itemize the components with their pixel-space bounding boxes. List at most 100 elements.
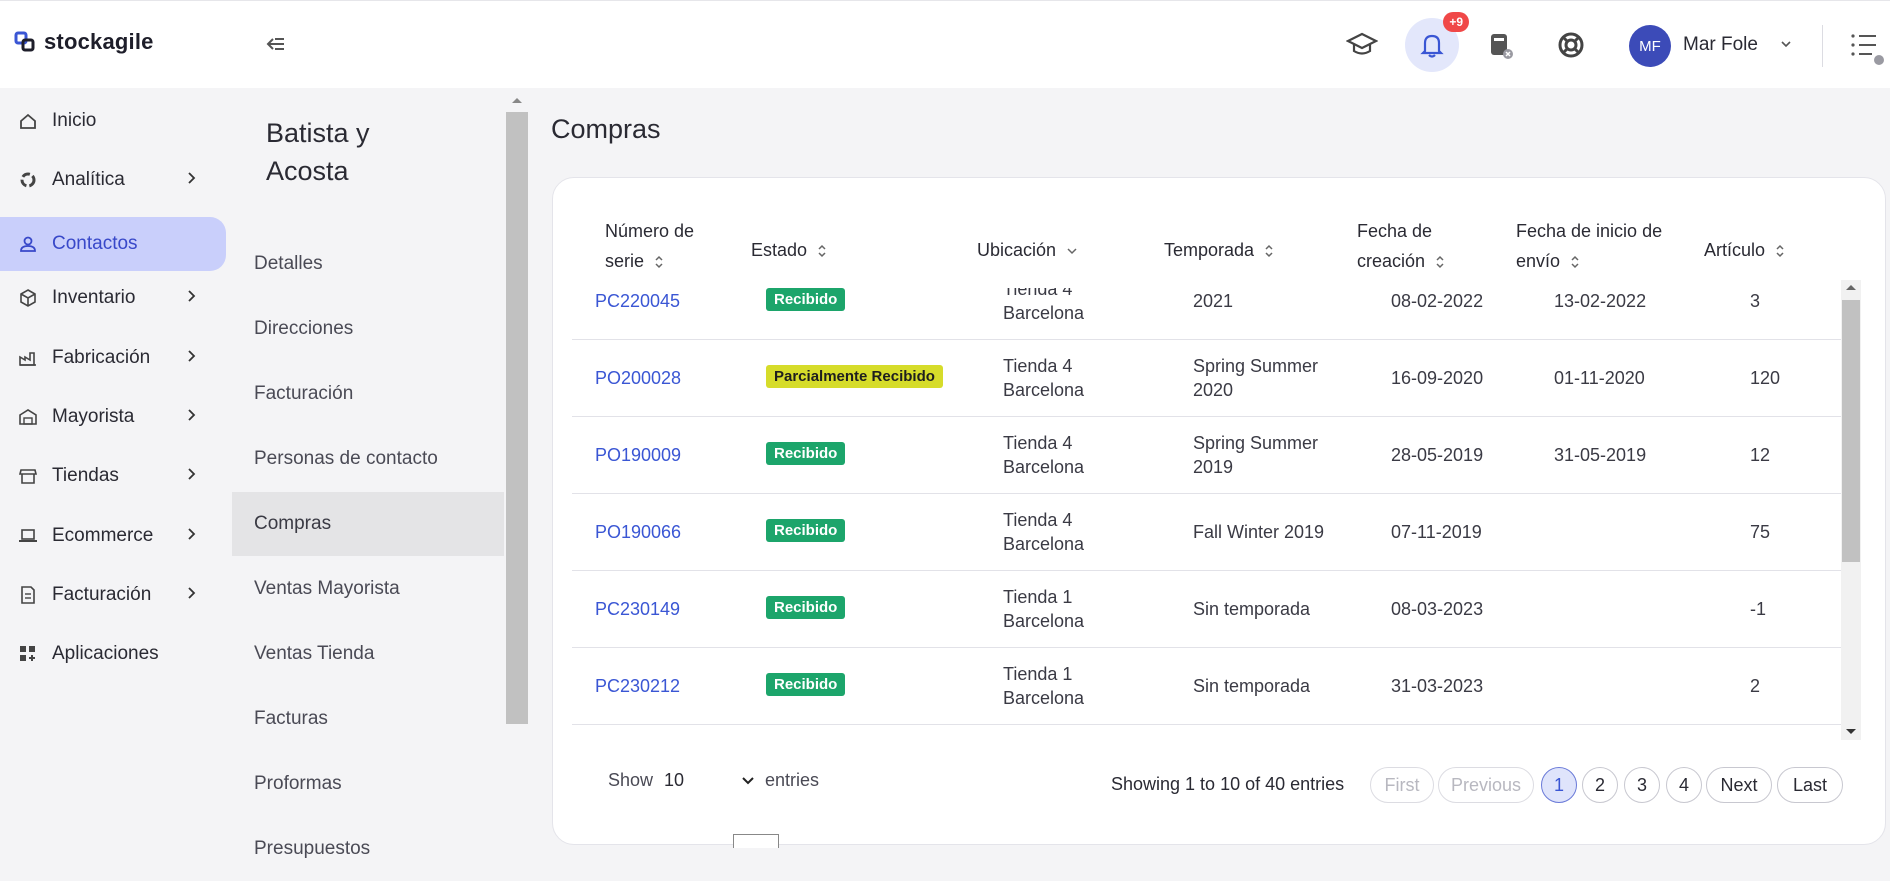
th-articulo[interactable]: Artículo xyxy=(1704,235,1785,265)
table-row[interactable]: PC230212 Recibido Tienda 1 Barcelona Sin tem… xyxy=(572,648,1842,725)
th-envio[interactable]: Fecha de inicio de envío xyxy=(1516,216,1662,276)
table-row[interactable]: PC230149 Recibido Tienda 1 Barcelona Sin tem… xyxy=(572,571,1842,648)
sidebar-item-aplicaciones[interactable]: Aplicaciones xyxy=(0,627,226,681)
contact-menu-ventas-mayorista[interactable]: Ventas Mayorista xyxy=(232,557,504,621)
page-last-button[interactable]: Last xyxy=(1777,767,1843,803)
logo[interactable]: stockagile xyxy=(14,29,154,55)
academy-icon[interactable] xyxy=(1341,24,1383,66)
page-previous-button[interactable]: Previous xyxy=(1438,767,1534,803)
page-3-button[interactable]: 3 xyxy=(1624,767,1660,803)
page-first-button[interactable]: First xyxy=(1370,767,1434,803)
table-row[interactable]: PC220045 Recibido Tienda 4 Barcelona 2021 08-… xyxy=(572,288,1842,340)
sidebar-item-label: Tiendas xyxy=(52,465,119,486)
serie-link[interactable]: PC220045 xyxy=(595,289,680,313)
contact-menu-presupuestos[interactable]: Presupuestos xyxy=(232,817,504,881)
factory-icon xyxy=(19,352,36,366)
contact-menu-proformas[interactable]: Proformas xyxy=(232,752,504,816)
page-1-button[interactable]: 1 xyxy=(1541,767,1577,803)
sidebar-item-inventario[interactable]: Inventario xyxy=(0,271,226,325)
serie-link[interactable]: PC230149 xyxy=(595,597,680,621)
chevron-down-icon[interactable] xyxy=(741,775,755,787)
contact-menu-ventas-tienda[interactable]: Ventas Tienda xyxy=(232,622,504,686)
panel-scrollbar-thumb[interactable] xyxy=(506,112,528,724)
article-count-cell: 120 xyxy=(1750,368,1781,388)
page-size-select[interactable]: 10 xyxy=(664,770,684,791)
support-icon[interactable] xyxy=(1550,24,1592,66)
notifications-badge: +9 xyxy=(1443,12,1469,32)
page-next-button[interactable]: Next xyxy=(1706,767,1772,803)
created-date-cell: 08-03-2023 xyxy=(1391,599,1484,619)
chevron-right-icon xyxy=(188,528,196,540)
sidebar-item-tiendas[interactable]: Tiendas xyxy=(0,449,226,503)
contact-menu-personas-de-contacto[interactable]: Personas de contacto xyxy=(232,427,504,491)
divider xyxy=(1822,25,1823,67)
status-badge: Recibido xyxy=(766,673,846,696)
sidebar-item-contactos[interactable]: Contactos xyxy=(0,217,226,271)
user-icon xyxy=(20,236,36,252)
cash-register-icon[interactable] xyxy=(1479,24,1521,66)
table-scrollbar-thumb[interactable] xyxy=(1842,300,1860,562)
ship-date-cell: 31-05-2019 xyxy=(1554,445,1647,465)
status-badge: Parcialmente Recibido xyxy=(766,365,943,388)
box-icon xyxy=(20,289,36,307)
location-cell: Tienda 1 Barcelona xyxy=(1003,664,1085,708)
article-count-cell: 2 xyxy=(1750,676,1761,696)
th-temporada[interactable]: Temporada xyxy=(1164,235,1274,265)
serie-link[interactable]: PO190009 xyxy=(595,443,681,467)
sidebar-item-facturacion[interactable]: Facturación xyxy=(0,568,226,622)
created-date-cell: 07-11-2019 xyxy=(1391,522,1482,542)
user-name[interactable]: Mar Fole xyxy=(1683,34,1758,56)
contact-menu-facturacion[interactable]: Facturación xyxy=(232,362,504,426)
th-ubicacion[interactable]: Ubicación xyxy=(977,235,1078,265)
sort-icon xyxy=(1571,256,1579,269)
th-estado[interactable]: Estado xyxy=(751,235,827,265)
contact-panel: Batista y Acosta Detalles Direcciones Fact… xyxy=(232,88,506,859)
created-date-cell: 31-03-2023 xyxy=(1391,676,1484,696)
warehouse-icon xyxy=(19,409,37,425)
serie-link[interactable]: PC230212 xyxy=(595,674,680,698)
table-row[interactable]: PO200028 Parcialmente Recibido Tienda 4 Bar… xyxy=(572,340,1842,417)
table-row[interactable]: PO190009 Recibido Tienda 4 Barcelona Spring … xyxy=(572,417,1842,494)
serie-link[interactable]: PO190066 xyxy=(595,520,681,544)
status-badge: Recibido xyxy=(766,442,846,465)
th-serie[interactable]: Número de serie xyxy=(605,216,694,276)
contact-menu-direcciones[interactable]: Direcciones xyxy=(232,297,504,361)
sort-icon xyxy=(1776,245,1784,258)
season-cell: Fall Winter 2019 xyxy=(1193,522,1325,542)
status-badge: Recibido xyxy=(766,596,846,619)
sidebar-item-ecommerce[interactable]: Ecommerce xyxy=(0,509,226,563)
analytics-icon xyxy=(20,172,36,188)
scroll-up-icon[interactable] xyxy=(1845,283,1857,291)
activity-list-icon[interactable] xyxy=(1850,31,1886,65)
avatar[interactable]: MF xyxy=(1629,25,1671,67)
th-creacion[interactable]: Fecha de creación xyxy=(1357,216,1445,276)
page-2-button[interactable]: 2 xyxy=(1582,767,1618,803)
scroll-down-icon[interactable] xyxy=(1845,728,1857,736)
sidebar-item-label: Analítica xyxy=(52,169,125,190)
sidebar-item-mayorista[interactable]: Mayorista xyxy=(0,390,226,444)
showing-info: Showing 1 to 10 of 40 entries xyxy=(1111,774,1345,794)
contact-menu-detalles[interactable]: Detalles xyxy=(232,232,504,296)
article-count-cell: -1 xyxy=(1750,599,1767,619)
article-count-cell: 75 xyxy=(1750,522,1771,542)
table-row[interactable]: PO190066 Recibido Tienda 4 Barcelona Fall Wi… xyxy=(572,494,1842,571)
sort-icon xyxy=(1265,245,1273,258)
chevron-down-icon[interactable] xyxy=(1779,37,1793,51)
sidebar-item-inicio[interactable]: Inicio xyxy=(0,94,226,148)
serie-link[interactable]: PO200028 xyxy=(595,366,681,390)
sort-icon xyxy=(1436,256,1444,269)
scroll-up-icon[interactable] xyxy=(511,96,523,104)
contact-menu-compras[interactable]: Compras xyxy=(232,492,504,556)
sidebar-item-fabricacion[interactable]: Fabricación xyxy=(0,331,226,385)
sidebar-item-label: Contactos xyxy=(52,233,138,254)
sidebar-item-analitica[interactable]: Analítica xyxy=(0,153,226,207)
chevron-right-icon xyxy=(188,350,196,362)
sidebar-item-label: Facturación xyxy=(52,584,152,605)
collapse-sidebar-icon[interactable] xyxy=(262,31,288,57)
chevron-right-icon xyxy=(188,468,196,480)
sidebar: Inicio Analítica Contactos Inventario Fabric… xyxy=(0,88,232,846)
notifications-button[interactable]: +9 xyxy=(1405,12,1469,72)
contact-menu-facturas[interactable]: Facturas xyxy=(232,687,504,751)
page-4-button[interactable]: 4 xyxy=(1666,767,1702,803)
sidebar-item-label: Aplicaciones xyxy=(52,643,159,664)
